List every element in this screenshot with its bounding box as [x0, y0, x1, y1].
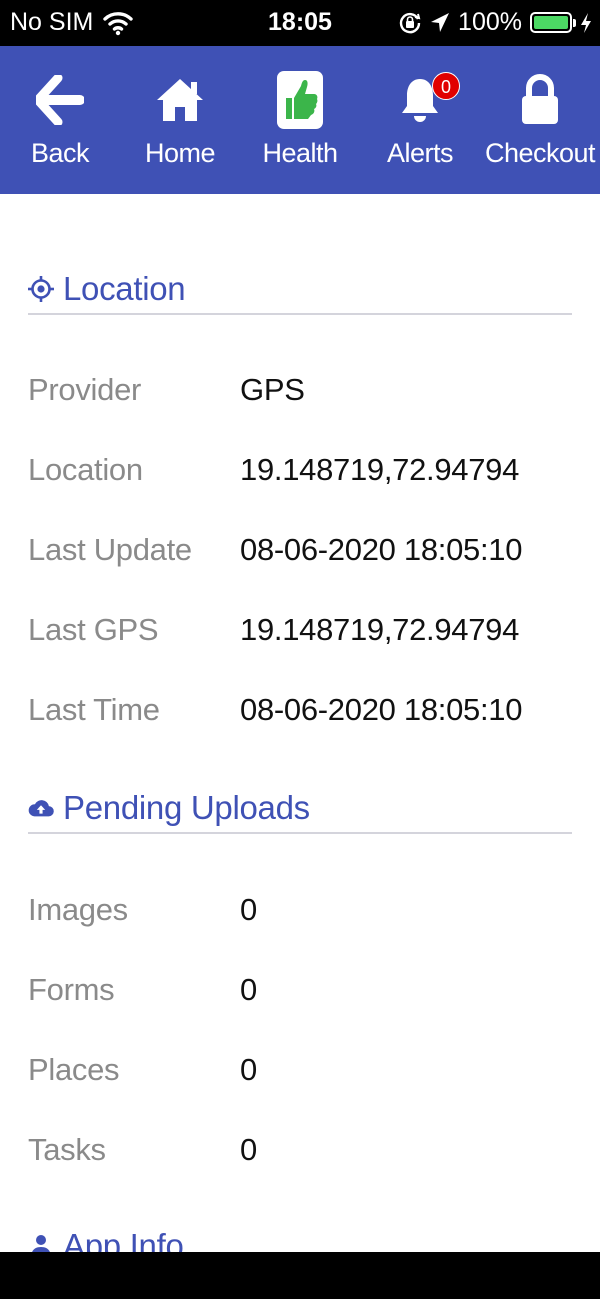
status-right: 100% [390, 8, 592, 37]
app-info-section-title: App Info [63, 1227, 184, 1252]
nav-checkout-label: Checkout [484, 138, 596, 168]
battery-percent: 100% [458, 8, 522, 36]
nav-home-button[interactable]: Home [120, 46, 240, 194]
row-label: Location [28, 452, 143, 487]
thumbs-up-icon [275, 70, 325, 130]
row-value: GPS [240, 372, 305, 407]
nav-back-button[interactable]: Back [0, 46, 120, 194]
info-row-places: Places 0 [28, 1044, 572, 1094]
location-section-header: Location [28, 265, 572, 315]
info-row-last-gps: Last GPS 19.148719,72.94794 [28, 604, 572, 654]
back-arrow-icon [35, 70, 85, 130]
nav-health-button[interactable]: Health [240, 46, 360, 194]
info-row-provider: Provider GPS [28, 364, 572, 414]
info-row-forms: Forms 0 [28, 964, 572, 1014]
location-arrow-icon [431, 12, 450, 32]
row-label: Places [28, 1052, 120, 1087]
row-label: Images [28, 892, 128, 927]
row-label: Tasks [28, 1132, 106, 1167]
row-label: Forms [28, 972, 115, 1007]
cloud-upload-icon [28, 795, 54, 821]
top-nav: Back Home Health 0 Alerts Checkout [0, 46, 600, 194]
row-label: Last GPS [28, 612, 159, 647]
content-area[interactable]: Location Provider GPS Location 19.148719… [0, 194, 600, 1252]
battery-fill [534, 16, 568, 29]
nav-alerts-button[interactable]: 0 Alerts [360, 46, 480, 194]
row-value: 08-06-2020 18:05:10 [240, 532, 523, 567]
location-section-title: Location [63, 270, 186, 307]
row-value: 08-06-2020 18:05:10 [240, 692, 523, 727]
info-row-last-update: Last Update 08-06-2020 18:05:10 [28, 524, 572, 574]
charging-bolt-icon [581, 12, 591, 33]
nav-home-label: Home [144, 138, 216, 168]
row-label: Last Time [28, 692, 160, 727]
row-value: 19.148719,72.94794 [240, 452, 520, 487]
row-value: 0 [240, 892, 257, 927]
row-value: 0 [240, 1132, 257, 1167]
lock-icon [515, 70, 565, 130]
nav-health-label: Health [262, 138, 338, 168]
bottom-bar [0, 1252, 600, 1299]
row-label: Last Update [28, 532, 192, 567]
pending-uploads-section-title: Pending Uploads [63, 789, 310, 826]
info-row-tasks: Tasks 0 [28, 1124, 572, 1174]
app-info-section-header: App Info [28, 1222, 572, 1252]
row-label: Provider [28, 372, 142, 407]
nav-alerts-label: Alerts [386, 138, 454, 168]
battery-icon [530, 12, 576, 33]
row-value: 19.148719,72.94794 [240, 612, 520, 647]
status-bar: No SIM 18:05 100% [0, 0, 600, 46]
screen: No SIM 18:05 100% Back Home Health 0 Ale… [0, 0, 600, 1299]
nav-back-label: Back [30, 138, 90, 168]
alerts-count-badge: 0 [432, 72, 460, 100]
info-row-last-time: Last Time 08-06-2020 18:05:10 [28, 684, 572, 734]
pending-uploads-section-header: Pending Uploads [28, 784, 572, 834]
crosshair-icon [28, 276, 54, 302]
person-icon [28, 1233, 54, 1252]
row-value: 0 [240, 972, 257, 1007]
info-row-images: Images 0 [28, 884, 572, 934]
row-value: 0 [240, 1052, 257, 1087]
battery-nub [573, 19, 576, 27]
nav-checkout-button[interactable]: Checkout [480, 46, 600, 194]
orientation-lock-icon [399, 12, 421, 33]
info-row-location: Location 19.148719,72.94794 [28, 444, 572, 494]
home-icon [155, 70, 205, 130]
